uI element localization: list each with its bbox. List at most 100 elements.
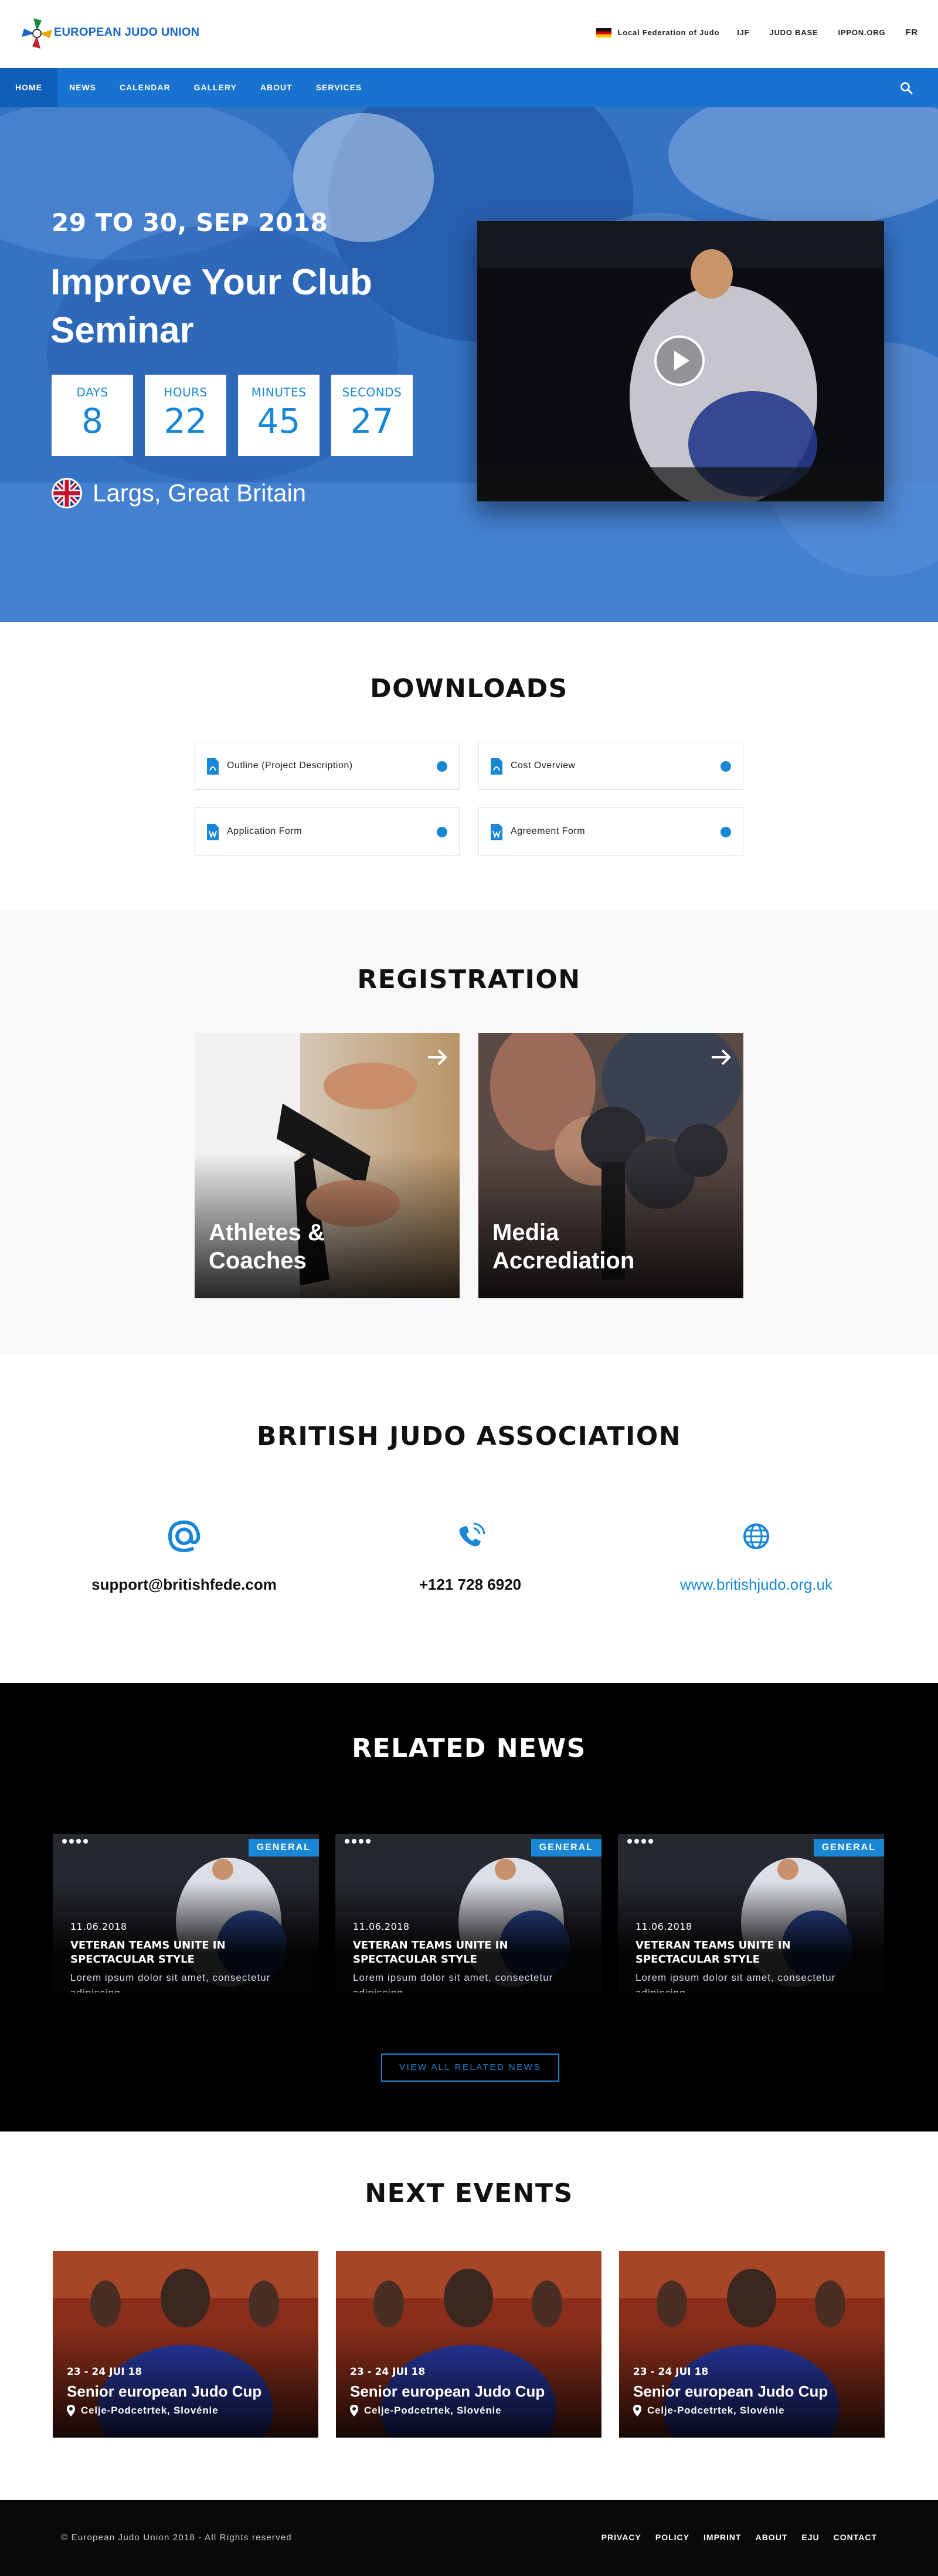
footer-link-contact[interactable]: CONTACT [834, 2533, 877, 2542]
event-video[interactable] [477, 221, 884, 501]
eju-logo-icon[interactable] [19, 15, 55, 52]
news-card[interactable]: GENERAL 11.06.2018 VETERAN TEAMS UNITE I… [53, 1834, 319, 1993]
event-name[interactable]: Senior european Judo Cup [67, 2382, 261, 2401]
news-title[interactable]: VETERAN TEAMS UNITE IN SPECTACULAR STYLE [635, 1939, 858, 1967]
news-date: 11.06.2018 [635, 1921, 692, 1932]
phone-icon [459, 1522, 485, 1546]
event-place-label: Celje-Podcetrtek, Slovénie [647, 2405, 785, 2416]
related-news-section: RELATED NEWS GENERAL 11.06.2018 VETERAN … [0, 1683, 938, 2132]
nav-item-home[interactable]: HOME [0, 68, 57, 107]
download-item[interactable]: Cost Overview [478, 742, 743, 790]
top-link-ijf[interactable]: IJF [737, 28, 749, 37]
map-pin-icon [633, 2405, 641, 2417]
event-title: Improve Your Club Seminar [50, 262, 372, 351]
pdf-file-icon [491, 758, 502, 775]
event-date: 29 TO 30, SEP 2018 [52, 208, 328, 237]
news-card[interactable]: GENERAL 11.06.2018 VETERAN TEAMS UNITE I… [335, 1834, 601, 1993]
registration-card-label: Athletes & Coaches [209, 1220, 325, 1274]
news-category-badge[interactable]: GENERAL [248, 1839, 319, 1857]
download-icon [437, 827, 447, 837]
footer-links: PRIVACY POLICY IMPRINT ABOUT EJU CONTACT [601, 2533, 877, 2542]
globe-icon [743, 1523, 769, 1549]
word-file-icon [491, 824, 502, 840]
event-location-label: Largs, Great Britain [93, 479, 307, 507]
top-links: Local Federation of Judo IJF JUDO BASE I… [596, 28, 918, 38]
news-category-badge[interactable]: GENERAL [813, 1839, 884, 1857]
event-place-label: Celje-Podcetrtek, Slovénie [364, 2405, 502, 2416]
contact-phone: +121 728 6920 [329, 1519, 611, 1594]
event-card[interactable]: 23 - 24 JUI 18 Senior european Judo Cup … [336, 2251, 601, 2438]
countdown-value: 27 [350, 401, 394, 441]
registration-section: REGISTRATION Athletes & Coaches Media Ac… [0, 911, 938, 1355]
news-excerpt: Lorem ipsum dolor sit amet, consectetur … [635, 1972, 836, 1993]
news-title[interactable]: VETERAN TEAMS UNITE IN SPECTACULAR STYLE [70, 1939, 293, 1967]
news-image [53, 1834, 319, 1993]
event-name[interactable]: Senior european Judo Cup [350, 2382, 545, 2401]
event-name[interactable]: Senior european Judo Cup [633, 2382, 828, 2401]
nav-item-calendar[interactable]: CALENDAR [108, 68, 182, 107]
federation-link-label: Local Federation of Judo [617, 28, 720, 37]
countdown-label: MINUTES [251, 385, 307, 399]
event-location: Largs, Great Britain [52, 478, 306, 508]
footer-link-policy[interactable]: POLICY [655, 2533, 689, 2542]
federation-link[interactable]: Local Federation of Judo [596, 28, 719, 38]
countdown-seconds: SECONDS 27 [331, 375, 413, 456]
top-link-ippon[interactable]: IPPON.ORG [838, 28, 886, 37]
registration-card-media[interactable]: Media Accrediation [478, 1033, 743, 1298]
registration-card-athletes[interactable]: Athletes & Coaches [195, 1033, 460, 1298]
countdown-label: SECONDS [342, 385, 402, 399]
nav-item-gallery[interactable]: GALLERY [182, 68, 249, 107]
event-card[interactable]: 23 - 24 JUI 18 Senior european Judo Cup … [619, 2251, 885, 2438]
top-header: EUROPEAN JUDO UNION Local Federation of … [0, 0, 938, 68]
event-place: Celje-Podcetrtek, Slovénie [350, 2405, 501, 2417]
news-image [618, 1834, 884, 1993]
view-all-news-button[interactable]: VIEW ALL RELATED NEWS [381, 2054, 559, 2082]
play-icon [674, 351, 689, 371]
news-date: 11.06.2018 [353, 1921, 410, 1932]
play-button[interactable] [654, 335, 705, 386]
countdown-hours: HOURS 22 [145, 375, 226, 456]
news-excerpt: Lorem ipsum dolor sit amet, consectetur … [70, 1972, 271, 1993]
news-date: 11.06.2018 [70, 1921, 127, 1932]
map-pin-icon [350, 2405, 358, 2417]
countdown-label: DAYS [76, 385, 108, 399]
downloads-section: DOWNLOADS Outline (Project Description) … [0, 622, 938, 911]
countdown-value: 45 [257, 401, 301, 441]
logo-text[interactable]: EUROPEAN JUDO UNION [54, 26, 199, 39]
event-place: Celje-Podcetrtek, Slovénie [633, 2405, 784, 2417]
news-category-badge[interactable]: GENERAL [531, 1839, 601, 1857]
footer-link-imprint[interactable]: IMPRINT [704, 2533, 742, 2542]
arrow-right-icon [712, 1049, 731, 1065]
pdf-file-icon [207, 758, 219, 775]
download-label: Cost Overview [511, 761, 576, 771]
section-title: BRITISH JUDO ASSOCIATION [256, 1421, 682, 1451]
download-icon [437, 761, 447, 772]
event-date: 23 - 24 JUI 18 [350, 2366, 426, 2378]
website-link[interactable]: www.britishjudo.org.uk [616, 1576, 897, 1594]
download-item[interactable]: Outline (Project Description) [195, 742, 460, 790]
download-item[interactable]: Application Form [195, 807, 460, 856]
nav-item-news[interactable]: NEWS [57, 68, 108, 107]
download-label: Application Form [227, 826, 303, 836]
phone-value[interactable]: +121 728 6920 [329, 1576, 611, 1594]
footer-link-about[interactable]: ABOUT [756, 2533, 788, 2542]
hero-section: 29 TO 30, SEP 2018 Improve Your Club Sem… [0, 107, 938, 622]
news-card[interactable]: GENERAL 11.06.2018 VETERAN TEAMS UNITE I… [618, 1834, 884, 1993]
nav-item-about[interactable]: ABOUT [249, 68, 304, 107]
section-title: RELATED NEWS [352, 1733, 586, 1763]
footer-link-eju[interactable]: EJU [801, 2533, 819, 2542]
event-card[interactable]: 23 - 24 JUI 18 Senior european Judo Cup … [53, 2251, 318, 2438]
news-title[interactable]: VETERAN TEAMS UNITE IN SPECTACULAR STYLE [353, 1939, 576, 1967]
nav-item-services[interactable]: SERVICES [304, 68, 374, 107]
countdown-label: HOURS [164, 385, 208, 399]
event-place: Celje-Podcetrtek, Slovénie [67, 2405, 218, 2417]
top-link-judobase[interactable]: JUDO BASE [769, 28, 818, 37]
download-item[interactable]: Agreement Form [478, 807, 743, 856]
footer-link-privacy[interactable]: PRIVACY [601, 2533, 641, 2542]
event-place-label: Celje-Podcetrtek, Slovénie [81, 2405, 219, 2416]
contact-email: support@britishfede.com [43, 1519, 325, 1594]
language-switch[interactable]: FR [905, 28, 918, 38]
email-value[interactable]: support@britishfede.com [43, 1576, 325, 1594]
at-icon [168, 1520, 200, 1553]
search-icon[interactable] [899, 81, 913, 95]
